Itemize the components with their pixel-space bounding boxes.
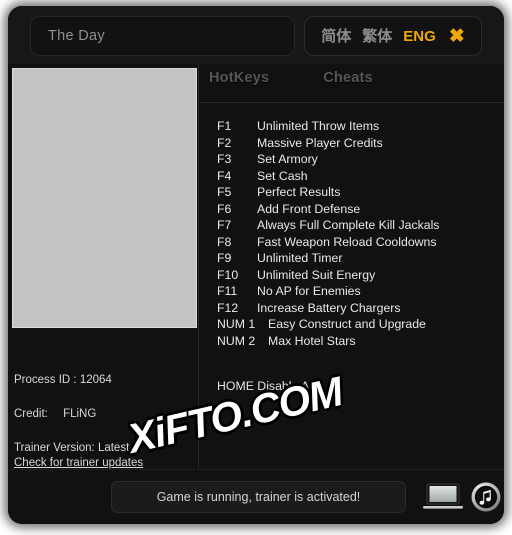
cheat-label: Always Full Complete Kill Jackals (257, 218, 440, 232)
cheat-row[interactable]: F7 Always Full Complete Kill Jackals (217, 218, 502, 235)
cheat-hotkey: F11 (217, 284, 238, 298)
cheat-list: F1 Unlimited Throw Items F2 Massive Play… (217, 119, 502, 350)
cheat-row[interactable]: F6 Add Front Defense (217, 202, 502, 219)
credit-label: Credit: (14, 407, 48, 420)
cheat-hotkey: F4 (217, 168, 232, 183)
laptop-icon[interactable] (423, 481, 463, 513)
lang-traditional-chinese[interactable]: 繁体 (362, 29, 392, 44)
tab-hotkeys[interactable]: HotKeys (209, 70, 269, 86)
app-root: The Day 简体 繁体 ENG ✖ Process ID : 12064 C… (0, 0, 512, 535)
cheat-row[interactable]: F11 No AP for Enemies (217, 284, 502, 301)
cheat-label: Unlimited Suit Energy (257, 267, 376, 282)
cheat-label: Increase Battery Chargers (257, 300, 401, 315)
lang-english[interactable]: ENG (403, 29, 436, 44)
cheat-hotkey: F12 (217, 300, 239, 315)
cheat-row[interactable]: F1 Unlimited Throw Items (217, 119, 502, 136)
trainer-info-block: Process ID : 12064 Credit: FLiNG Trainer… (14, 374, 196, 471)
tab-cheats[interactable]: Cheats (323, 70, 373, 86)
cheat-row[interactable]: F8 Fast Weapon Reload Cooldowns (217, 235, 502, 252)
cheat-label: Easy Construct and Upgrade (268, 317, 426, 331)
cheat-row[interactable]: NUM 1 Easy Construct and Upgrade (217, 317, 502, 334)
cheat-hotkey: F5 (217, 185, 232, 199)
cheat-label: Set Cash (257, 168, 308, 183)
process-id-text: Process ID : 12064 (14, 374, 112, 386)
music-note-icon[interactable] (470, 481, 502, 513)
game-title-box[interactable]: The Day (30, 16, 295, 56)
cheat-row[interactable]: F9 Unlimited Timer (217, 251, 502, 268)
process-id-row: Process ID : 12064 (14, 374, 196, 388)
cheat-hotkey: F8 (217, 234, 232, 249)
cheat-label: Add Front Defense (257, 201, 361, 216)
cheat-row[interactable]: NUM 2 Max Hotel Stars (217, 334, 502, 351)
cheat-row[interactable]: F4 Set Cash (217, 169, 502, 186)
tab-bar: HotKeys Cheats (199, 70, 504, 103)
cheat-row[interactable]: F12 Increase Battery Chargers (217, 301, 502, 318)
lang-simplified-chinese[interactable]: 简体 (321, 29, 351, 44)
cheat-label: No AP for Enemies (257, 284, 361, 298)
cheat-label: Unlimited Timer (257, 251, 343, 265)
left-panel: Process ID : 12064 Credit: FLiNG Trainer… (8, 64, 199, 469)
disable-all-hotkey[interactable]: HOME Disable All (217, 379, 315, 393)
check-for-updates-link[interactable]: Check for trainer updates (14, 457, 143, 469)
title-bar: The Day 简体 繁体 ENG ✖ (8, 6, 504, 65)
cheat-label: Perfect Results (257, 185, 341, 199)
close-icon[interactable]: ✖ (449, 27, 465, 46)
cheat-label: Set Armory (257, 152, 318, 166)
trainer-version-text: Trainer Version: Latest (14, 441, 130, 454)
cheat-hotkey: NUM 1 (217, 317, 256, 331)
game-artwork-placeholder (12, 68, 197, 328)
right-panel: HotKeys Cheats F1 Unlimited Throw Items … (199, 64, 504, 469)
cheat-hotkey: F7 (217, 218, 232, 232)
body-area: Process ID : 12064 Credit: FLiNG Trainer… (8, 64, 504, 469)
cheat-label: Unlimited Throw Items (257, 119, 380, 133)
status-bar: Game is running, trainer is activated! (8, 469, 504, 524)
cheat-hotkey: F1 (217, 119, 232, 133)
cheat-hotkey: F6 (217, 201, 232, 216)
cheat-row[interactable]: F2 Massive Player Credits (217, 136, 502, 153)
status-message-box: Game is running, trainer is activated! (111, 481, 406, 513)
game-title-text: The Day (48, 28, 105, 44)
credit-value: FLiNG (63, 407, 97, 420)
cheat-row[interactable]: F5 Perfect Results (217, 185, 502, 202)
cheat-label: Max Hotel Stars (268, 333, 356, 348)
cheat-hotkey: F3 (217, 152, 232, 166)
trainer-version-row: Trainer Version: Latest (14, 442, 196, 456)
credit-row: Credit: FLiNG (14, 408, 196, 422)
cheat-hotkey: F2 (217, 135, 232, 150)
cheat-hotkey: F10 (217, 267, 239, 282)
cheat-label: Massive Player Credits (257, 135, 383, 150)
language-switcher: 简体 繁体 ENG ✖ (304, 16, 482, 56)
cheat-row[interactable]: F3 Set Armory (217, 152, 502, 169)
cheat-hotkey: NUM 2 (217, 333, 256, 348)
cheat-label: Fast Weapon Reload Cooldowns (257, 234, 437, 249)
cheat-row[interactable]: F10 Unlimited Suit Energy (217, 268, 502, 285)
cheat-hotkey: F9 (217, 251, 232, 265)
trainer-window: The Day 简体 繁体 ENG ✖ Process ID : 12064 C… (8, 6, 504, 524)
status-message-text: Game is running, trainer is activated! (156, 490, 361, 504)
